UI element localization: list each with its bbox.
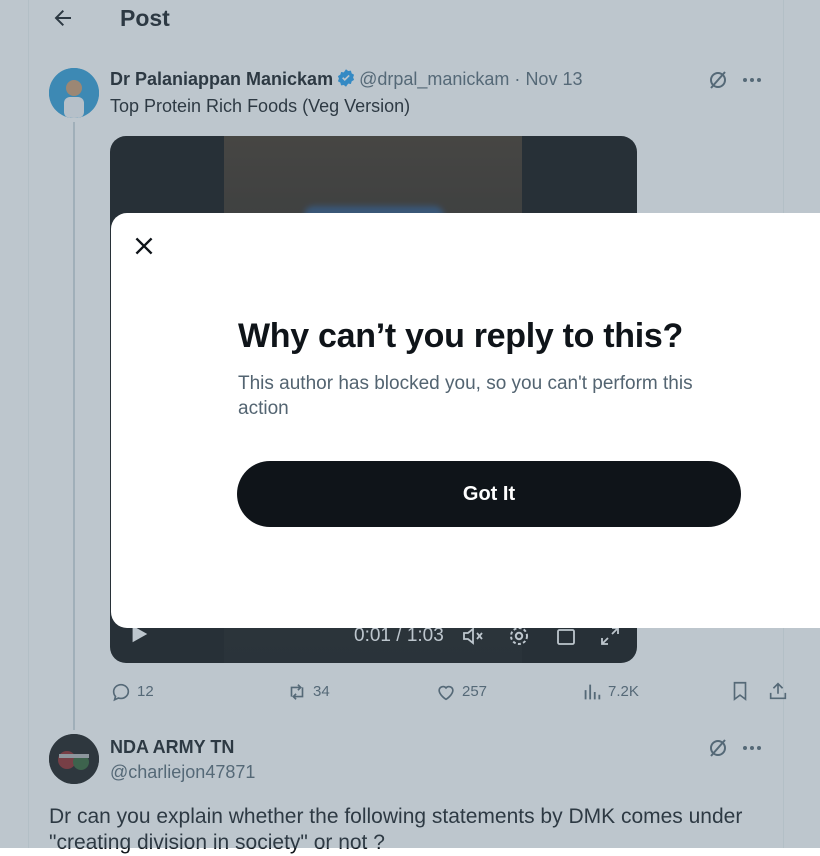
dialog-title: Why can’t you reply to this? bbox=[238, 317, 683, 355]
close-icon[interactable] bbox=[131, 233, 157, 259]
blocked-reply-dialog: Why can’t you reply to this? This author… bbox=[111, 213, 820, 628]
got-it-button[interactable]: Got It bbox=[237, 461, 741, 527]
dialog-message: This author has blocked you, so you can'… bbox=[238, 373, 693, 419]
